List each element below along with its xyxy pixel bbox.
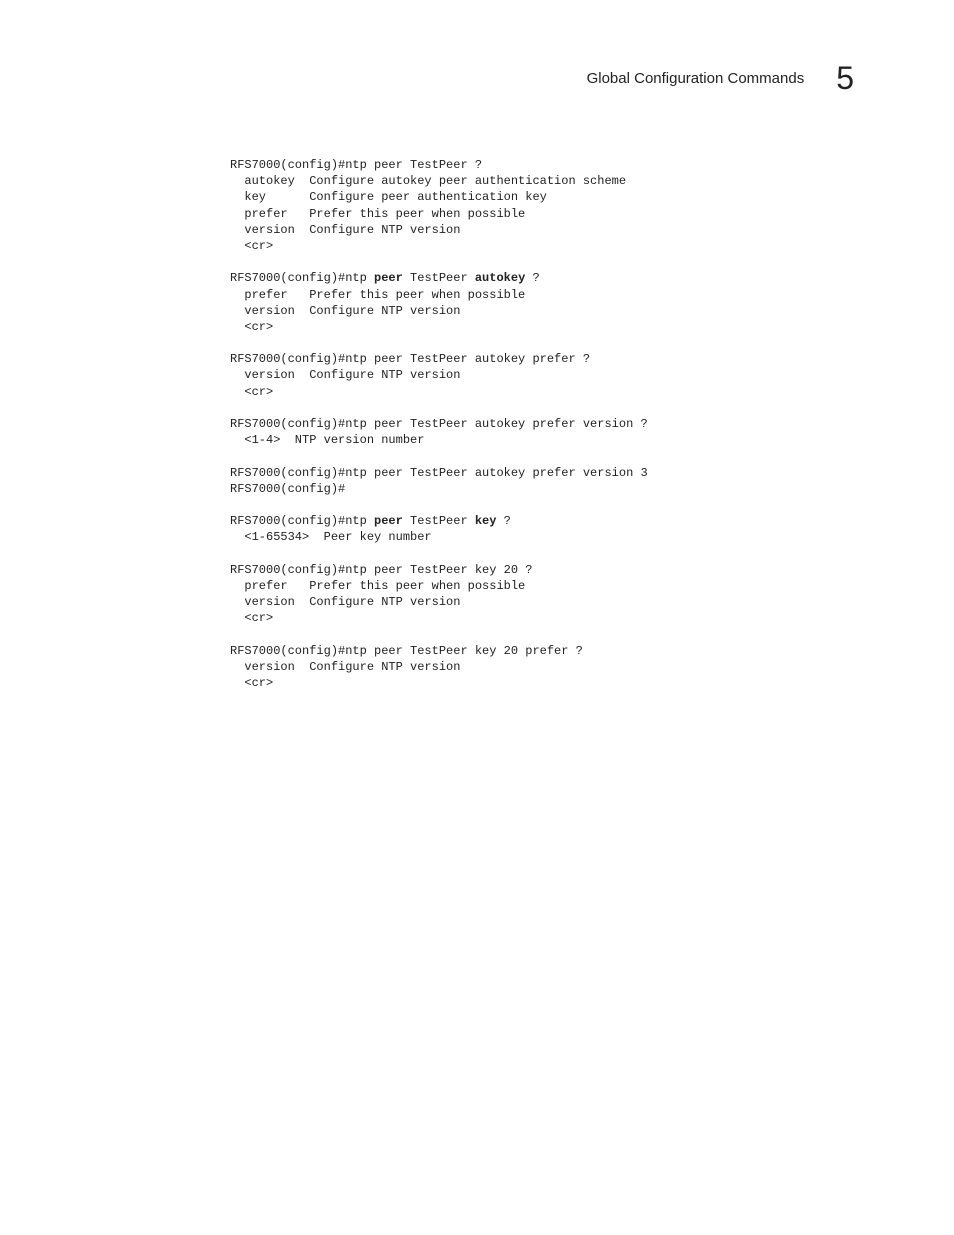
code-line: RFS7000(config)#ntp peer TestPeer ? <box>230 158 482 172</box>
code-line: RFS7000(config)#ntp peer TestPeer key 20… <box>230 563 532 577</box>
header-title: Global Configuration Commands <box>587 70 805 87</box>
code-text: ? <box>496 514 510 528</box>
code-text: TestPeer <box>403 514 475 528</box>
code-line: version Configure NTP version <box>230 660 460 674</box>
code-line: <cr> <box>230 611 273 625</box>
code-line: RFS7000(config)#ntp peer TestPeer key ? <box>230 514 511 528</box>
chapter-number: 5 <box>836 60 854 97</box>
code-text: RFS7000(config)#ntp <box>230 271 374 285</box>
code-line: autokey Configure autokey peer authentic… <box>230 174 626 188</box>
code-text: RFS7000(config)#ntp <box>230 514 374 528</box>
code-line: RFS7000(config)#ntp peer TestPeer autoke… <box>230 466 648 480</box>
code-line: <cr> <box>230 385 273 399</box>
code-line: version Configure NTP version <box>230 223 460 237</box>
code-line: version Configure NTP version <box>230 368 460 382</box>
code-line: prefer Prefer this peer when possible <box>230 207 525 221</box>
code-line: RFS7000(config)#ntp peer TestPeer autoke… <box>230 417 648 431</box>
page-header: Global Configuration Commands 5 <box>90 60 864 97</box>
code-line: RFS7000(config)# <box>230 482 345 496</box>
code-line: <cr> <box>230 320 273 334</box>
code-line: key Configure peer authentication key <box>230 190 547 204</box>
code-line: <1-65534> Peer key number <box>230 530 432 544</box>
terminal-output: RFS7000(config)#ntp peer TestPeer ? auto… <box>230 157 864 691</box>
code-line: RFS7000(config)#ntp peer TestPeer key 20… <box>230 644 583 658</box>
code-bold: peer <box>374 514 403 528</box>
code-line: <cr> <box>230 676 273 690</box>
code-bold: peer <box>374 271 403 285</box>
code-bold: autokey <box>475 271 525 285</box>
code-line: RFS7000(config)#ntp peer TestPeer autoke… <box>230 352 590 366</box>
code-line: <cr> <box>230 239 273 253</box>
page: Global Configuration Commands 5 RFS7000(… <box>0 0 954 691</box>
code-line: version Configure NTP version <box>230 304 460 318</box>
code-text: ? <box>525 271 539 285</box>
code-line: RFS7000(config)#ntp peer TestPeer autoke… <box>230 271 540 285</box>
code-bold: key <box>475 514 497 528</box>
code-line: <1-4> NTP version number <box>230 433 424 447</box>
code-line: version Configure NTP version <box>230 595 460 609</box>
code-text: TestPeer <box>403 271 475 285</box>
code-line: prefer Prefer this peer when possible <box>230 288 525 302</box>
code-line: prefer Prefer this peer when possible <box>230 579 525 593</box>
